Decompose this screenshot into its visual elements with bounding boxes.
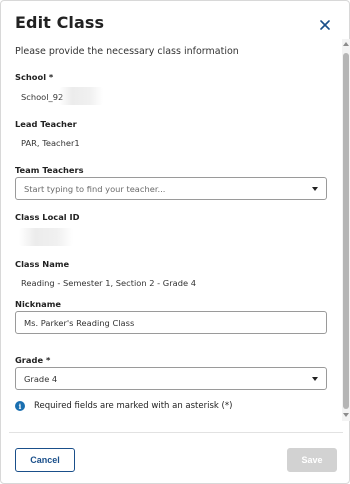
class-name-value: Reading - Semester 1, Section 2 - Grade … (21, 278, 197, 288)
team-teachers-label: Team Teachers (15, 165, 84, 175)
close-button[interactable] (314, 14, 336, 36)
nickname-input[interactable]: Ms. Parker's Reading Class (15, 311, 327, 334)
class-local-id-label: Class Local ID (15, 212, 80, 222)
grade-value: Grade 4 (24, 373, 58, 384)
school-value: School_92 (21, 92, 64, 102)
info-icon: i (15, 401, 25, 411)
lead-teacher-label: Lead Teacher (15, 119, 77, 129)
redacted-mask (19, 228, 73, 246)
redacted-mask (59, 87, 103, 105)
required-fields-note: i Required fields are marked with an ast… (15, 401, 232, 411)
scrollbar-thumb[interactable] (343, 53, 349, 409)
grade-select[interactable]: Grade 4 (15, 367, 327, 390)
cancel-button[interactable]: Cancel (15, 448, 75, 472)
save-button[interactable]: Save (287, 448, 337, 472)
edit-class-dialog: Edit Class Please provide the necessary … (0, 0, 350, 484)
scroll-up-arrow-icon[interactable] (343, 42, 349, 46)
dialog-title: Edit Class (15, 13, 105, 32)
class-name-label: Class Name (15, 259, 70, 269)
school-label: School * (15, 72, 54, 82)
chevron-down-icon (312, 377, 318, 381)
dialog-body: Please provide the necessary class infor… (1, 39, 341, 421)
required-fields-text: Required fields are marked with an aster… (34, 401, 233, 411)
close-icon (320, 20, 330, 30)
lead-teacher-value: PAR, Teacher1 (21, 138, 80, 148)
grade-label: Grade * (15, 355, 51, 365)
team-teachers-placeholder: Start typing to find your teacher... (24, 183, 166, 194)
nickname-label: Nickname (15, 299, 62, 309)
footer-divider (9, 432, 343, 433)
scroll-down-arrow-icon[interactable] (343, 413, 349, 417)
team-teachers-select[interactable]: Start typing to find your teacher... (15, 177, 327, 200)
nickname-value: Ms. Parker's Reading Class (24, 317, 135, 328)
chevron-down-icon (312, 187, 318, 191)
intro-text: Please provide the necessary class infor… (15, 46, 239, 57)
